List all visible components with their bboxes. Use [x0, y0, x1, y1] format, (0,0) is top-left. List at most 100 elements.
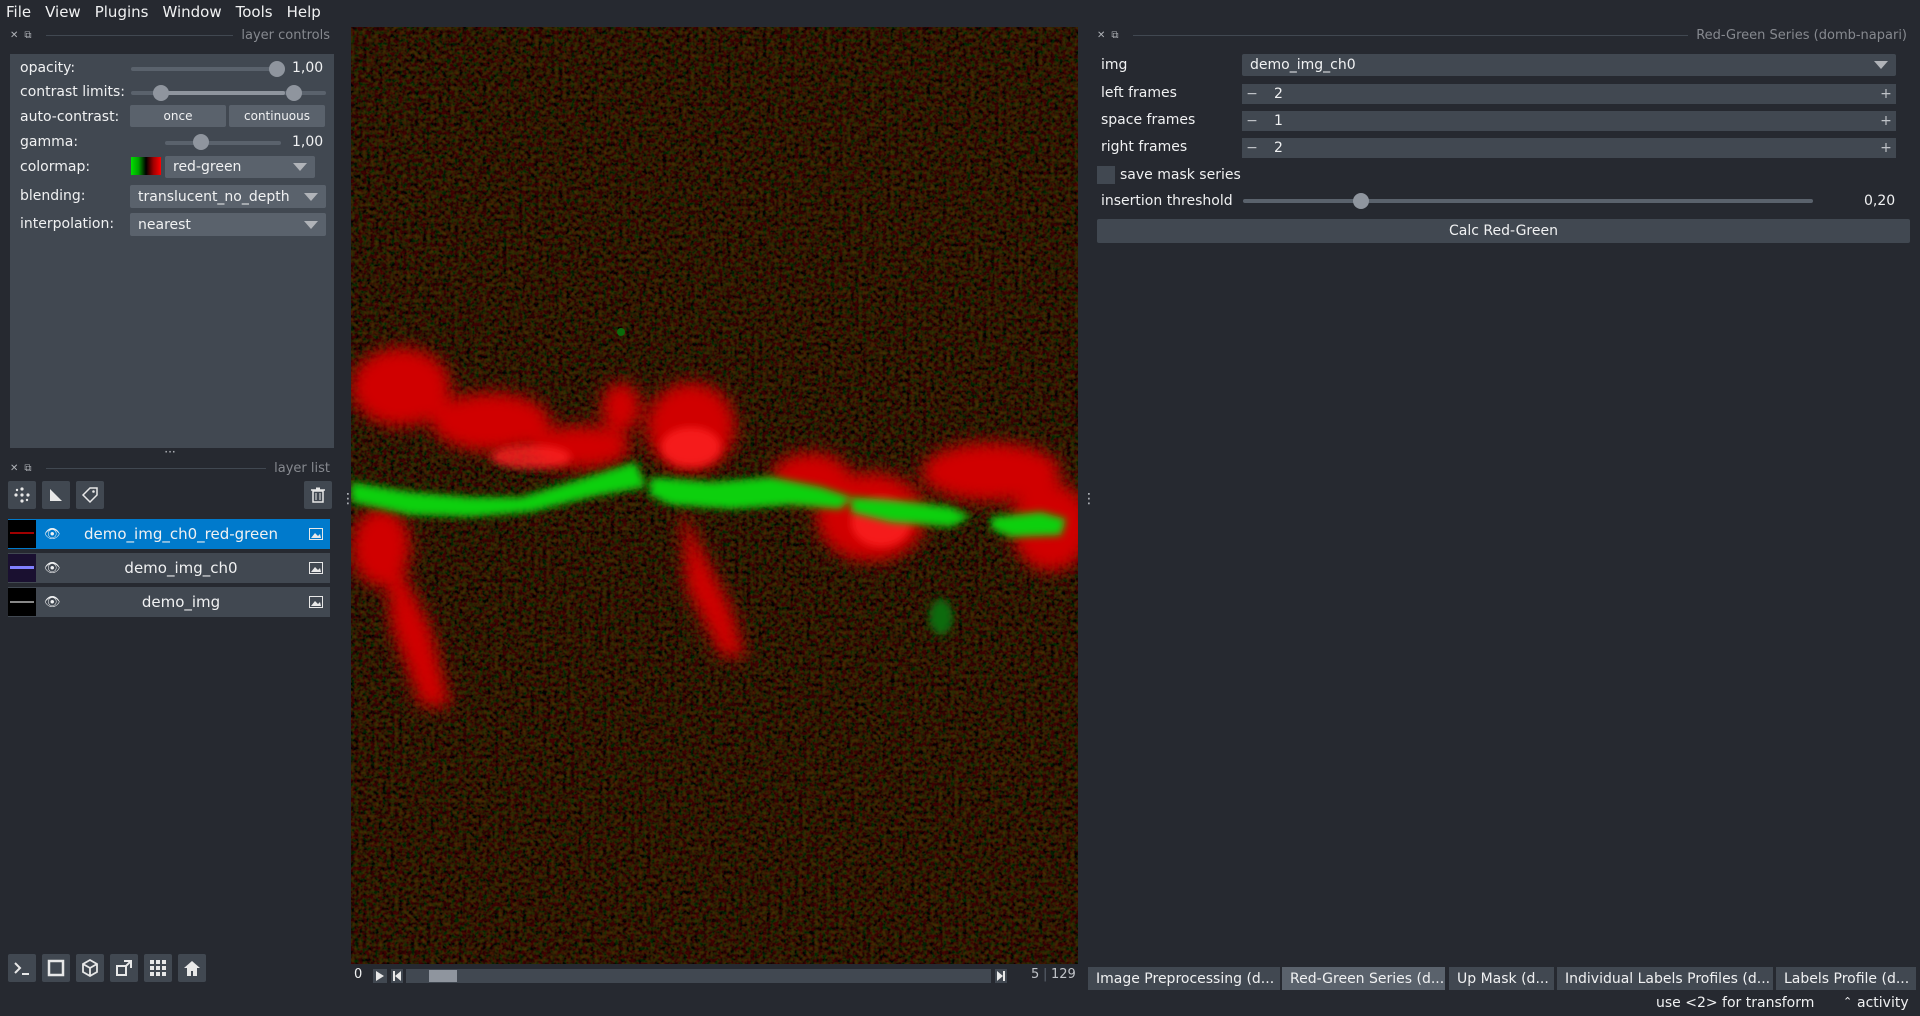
space-frames-label: space frames	[1101, 112, 1196, 128]
trash-icon	[311, 487, 325, 503]
step-back-button[interactable]	[391, 969, 403, 983]
grid-button[interactable]	[144, 954, 172, 982]
interpolation-label: interpolation:	[20, 216, 115, 232]
new-shapes-layer-button[interactable]	[42, 481, 70, 509]
roll-dims-button[interactable]	[110, 954, 138, 982]
menu-help[interactable]: Help	[287, 3, 321, 21]
menu-window[interactable]: Window	[162, 3, 221, 21]
minus-icon[interactable]: −	[1242, 113, 1262, 129]
home-button[interactable]	[178, 954, 206, 982]
menu-bar: File View Plugins Window Tools Help	[0, 0, 1920, 24]
save-mask-checkbox[interactable]	[1097, 166, 1115, 184]
gamma-slider[interactable]	[165, 141, 281, 145]
step-forward-button[interactable]	[995, 969, 1007, 983]
float-icon[interactable]: ⧉	[24, 30, 31, 41]
terminal-icon	[14, 962, 29, 975]
insertion-threshold-slider[interactable]	[1243, 199, 1813, 203]
dims-scrollbar[interactable]	[406, 969, 991, 983]
blending-combo[interactable]: translucent_no_depth	[130, 185, 326, 208]
colormap-value: red-green	[173, 159, 242, 175]
tab-up-mask[interactable]: Up Mask (d...	[1449, 967, 1554, 990]
layer-list-title: layer list	[274, 460, 330, 476]
layer-name: demo_img_ch0	[124, 559, 238, 577]
3d-view-button[interactable]	[76, 954, 104, 982]
play-button[interactable]	[373, 969, 387, 983]
left-frames-label: left frames	[1101, 85, 1177, 101]
left-frames-spinbox[interactable]: − 2 +	[1242, 84, 1896, 104]
square-icon	[47, 959, 65, 977]
points-icon	[14, 487, 30, 503]
dims-scrollbar-handle[interactable]	[429, 970, 457, 982]
activity-button[interactable]: activity	[1857, 995, 1909, 1011]
insertion-threshold-value: 0,20	[1864, 193, 1896, 209]
contrast-limits-range	[153, 91, 285, 95]
splitter-handle[interactable]: ···	[162, 446, 178, 458]
ndisplay-button[interactable]	[42, 954, 70, 982]
menu-plugins[interactable]: Plugins	[95, 3, 149, 21]
plus-icon[interactable]: +	[1876, 86, 1896, 102]
tab-individual-labels-profiles[interactable]: Individual Labels Profiles (d...	[1557, 967, 1773, 990]
layer-row[interactable]: 👁 demo_img	[8, 587, 330, 617]
delete-layer-button[interactable]	[304, 481, 332, 509]
layer-name: demo_img	[141, 593, 221, 611]
layer-row[interactable]: 👁 demo_img_ch0	[8, 553, 330, 583]
menu-view[interactable]: View	[45, 3, 81, 21]
right-frames-spinbox[interactable]: − 2 +	[1242, 138, 1896, 158]
calc-red-green-button[interactable]: Calc Red-Green	[1097, 219, 1910, 243]
console-button[interactable]	[8, 954, 36, 982]
layer-list-titlebar: ✕ ⧉ layer list	[10, 458, 330, 478]
image-canvas[interactable]	[351, 27, 1078, 964]
plugin-dock-titlebar: ✕ ⧉ Red-Green Series (domb-napari)	[1097, 25, 1907, 45]
grid-icon	[150, 960, 166, 976]
close-icon[interactable]: ✕	[10, 30, 18, 41]
plus-icon[interactable]: +	[1876, 140, 1896, 156]
dock-resize-handle[interactable]: ⋮	[1082, 492, 1096, 514]
dock-resize-handle[interactable]: ⋮	[341, 492, 355, 514]
minus-icon[interactable]: −	[1242, 140, 1262, 156]
auto-contrast-once-button[interactable]: once	[130, 105, 226, 127]
gamma-value: 1,00	[292, 134, 324, 150]
img-combo[interactable]: demo_img_ch0	[1242, 54, 1896, 76]
tab-labels-profile[interactable]: Labels Profile (d...	[1776, 967, 1916, 990]
new-labels-layer-button[interactable]	[76, 481, 104, 509]
gamma-slider-handle[interactable]	[193, 134, 209, 150]
menu-tools[interactable]: Tools	[236, 3, 273, 21]
tag-icon	[81, 487, 98, 504]
menu-file[interactable]: File	[6, 3, 31, 21]
status-hint: use <2> for transform	[1656, 995, 1815, 1011]
interpolation-combo[interactable]: nearest	[130, 213, 326, 236]
auto-contrast-label: auto-contrast:	[20, 109, 120, 125]
space-frames-spinbox[interactable]: − 1 +	[1242, 111, 1896, 131]
dims-slider-bar: 0 5 | 129	[351, 966, 1078, 986]
home-icon	[184, 961, 200, 976]
rotate-icon	[116, 960, 132, 976]
image-icon	[302, 528, 330, 540]
colormap-label: colormap:	[20, 159, 91, 175]
layer-controls-title: layer controls	[241, 27, 330, 43]
new-points-layer-button[interactable]	[8, 481, 36, 509]
eye-icon[interactable]: 👁	[44, 595, 61, 610]
opacity-slider-handle[interactable]	[269, 61, 285, 77]
tab-red-green-series[interactable]: Red-Green Series (d...	[1282, 967, 1445, 990]
img-label: img	[1101, 57, 1128, 73]
float-icon[interactable]: ⧉	[24, 463, 31, 474]
layer-row[interactable]: 👁 demo_img_ch0_red-green	[8, 519, 330, 549]
contrast-low-handle[interactable]	[153, 85, 169, 101]
close-icon[interactable]: ✕	[10, 463, 18, 474]
tab-image-preprocessing[interactable]: Image Preprocessing (d...	[1088, 967, 1280, 990]
insertion-threshold-handle[interactable]	[1353, 193, 1369, 209]
space-frames-value: 1	[1274, 113, 1283, 129]
close-icon[interactable]: ✕	[1097, 30, 1105, 41]
contrast-high-handle[interactable]	[286, 85, 302, 101]
left-frames-value: 2	[1274, 86, 1283, 102]
eye-icon[interactable]: 👁	[44, 561, 61, 576]
eye-icon[interactable]: 👁	[44, 527, 61, 542]
dims-start-label: 0	[354, 967, 363, 982]
plus-icon[interactable]: +	[1876, 113, 1896, 129]
colormap-combo[interactable]: red-green	[165, 156, 315, 178]
float-icon[interactable]: ⧉	[1111, 30, 1118, 41]
minus-icon[interactable]: −	[1242, 86, 1262, 102]
opacity-slider[interactable]	[131, 67, 281, 71]
step-back-icon	[393, 971, 401, 981]
auto-contrast-continuous-button[interactable]: continuous	[229, 105, 325, 127]
